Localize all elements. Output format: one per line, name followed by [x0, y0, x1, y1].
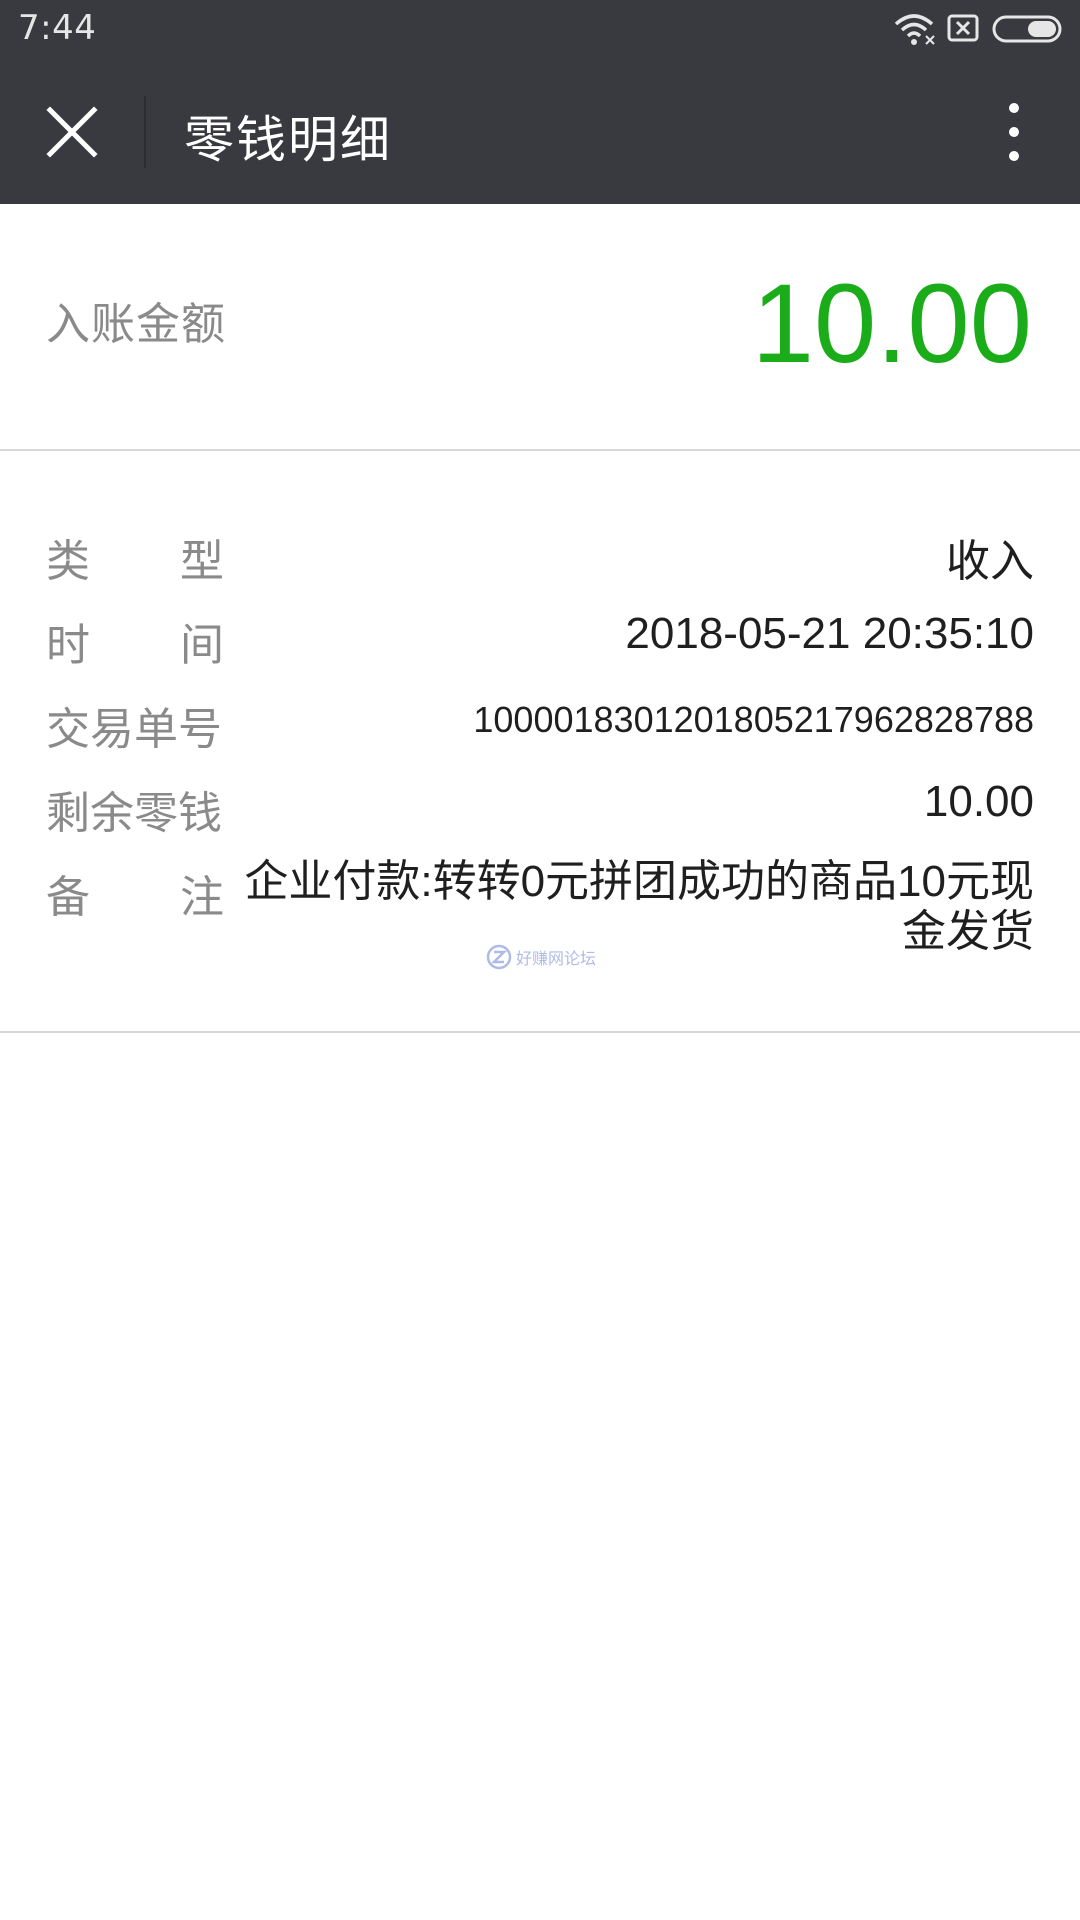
close-icon	[46, 106, 98, 158]
status-time: 7:44	[18, 8, 97, 48]
wifi-icon	[894, 14, 935, 45]
watermark-text: 好赚网论坛	[516, 949, 597, 968]
status-bar: 7:44	[0, 0, 1080, 60]
title-bar: 零钱明细	[0, 60, 1080, 204]
order-no-label: 交易单号	[46, 704, 222, 755]
amount-section: 入账金额 10.00	[0, 204, 1080, 451]
title-divider	[144, 96, 146, 168]
more-vertical-icon	[1009, 103, 1019, 161]
note-label: 备 注	[46, 872, 224, 923]
balance-label: 剩余零钱	[46, 788, 222, 839]
order-no-value: 1000018301201805217962828788	[473, 699, 1034, 740]
z-logo-icon	[486, 944, 512, 970]
type-label: 类 型	[46, 536, 224, 587]
balance-value: 10.00	[923, 777, 1034, 826]
note-value: 企业付款:转转0元拼团成功的商品10元现金发货	[244, 857, 1034, 956]
no-sim-icon	[947, 14, 979, 42]
close-button[interactable]	[30, 96, 114, 168]
amount-label: 入账金额	[46, 299, 226, 350]
time-value: 2018-05-21 20:35:10	[625, 609, 1034, 658]
time-label: 时 间	[46, 620, 224, 671]
type-value: 收入	[946, 537, 1034, 586]
page-title: 零钱明细	[184, 111, 392, 169]
more-button[interactable]	[988, 96, 1040, 168]
battery-icon	[992, 15, 1062, 43]
amount-value: 10.00	[751, 261, 1032, 386]
transaction-details: 类 型 收入 时 间 2018-05-21 20:35:10 交易单号 1000…	[0, 451, 1080, 1033]
watermark: 好赚网论坛	[486, 944, 596, 970]
